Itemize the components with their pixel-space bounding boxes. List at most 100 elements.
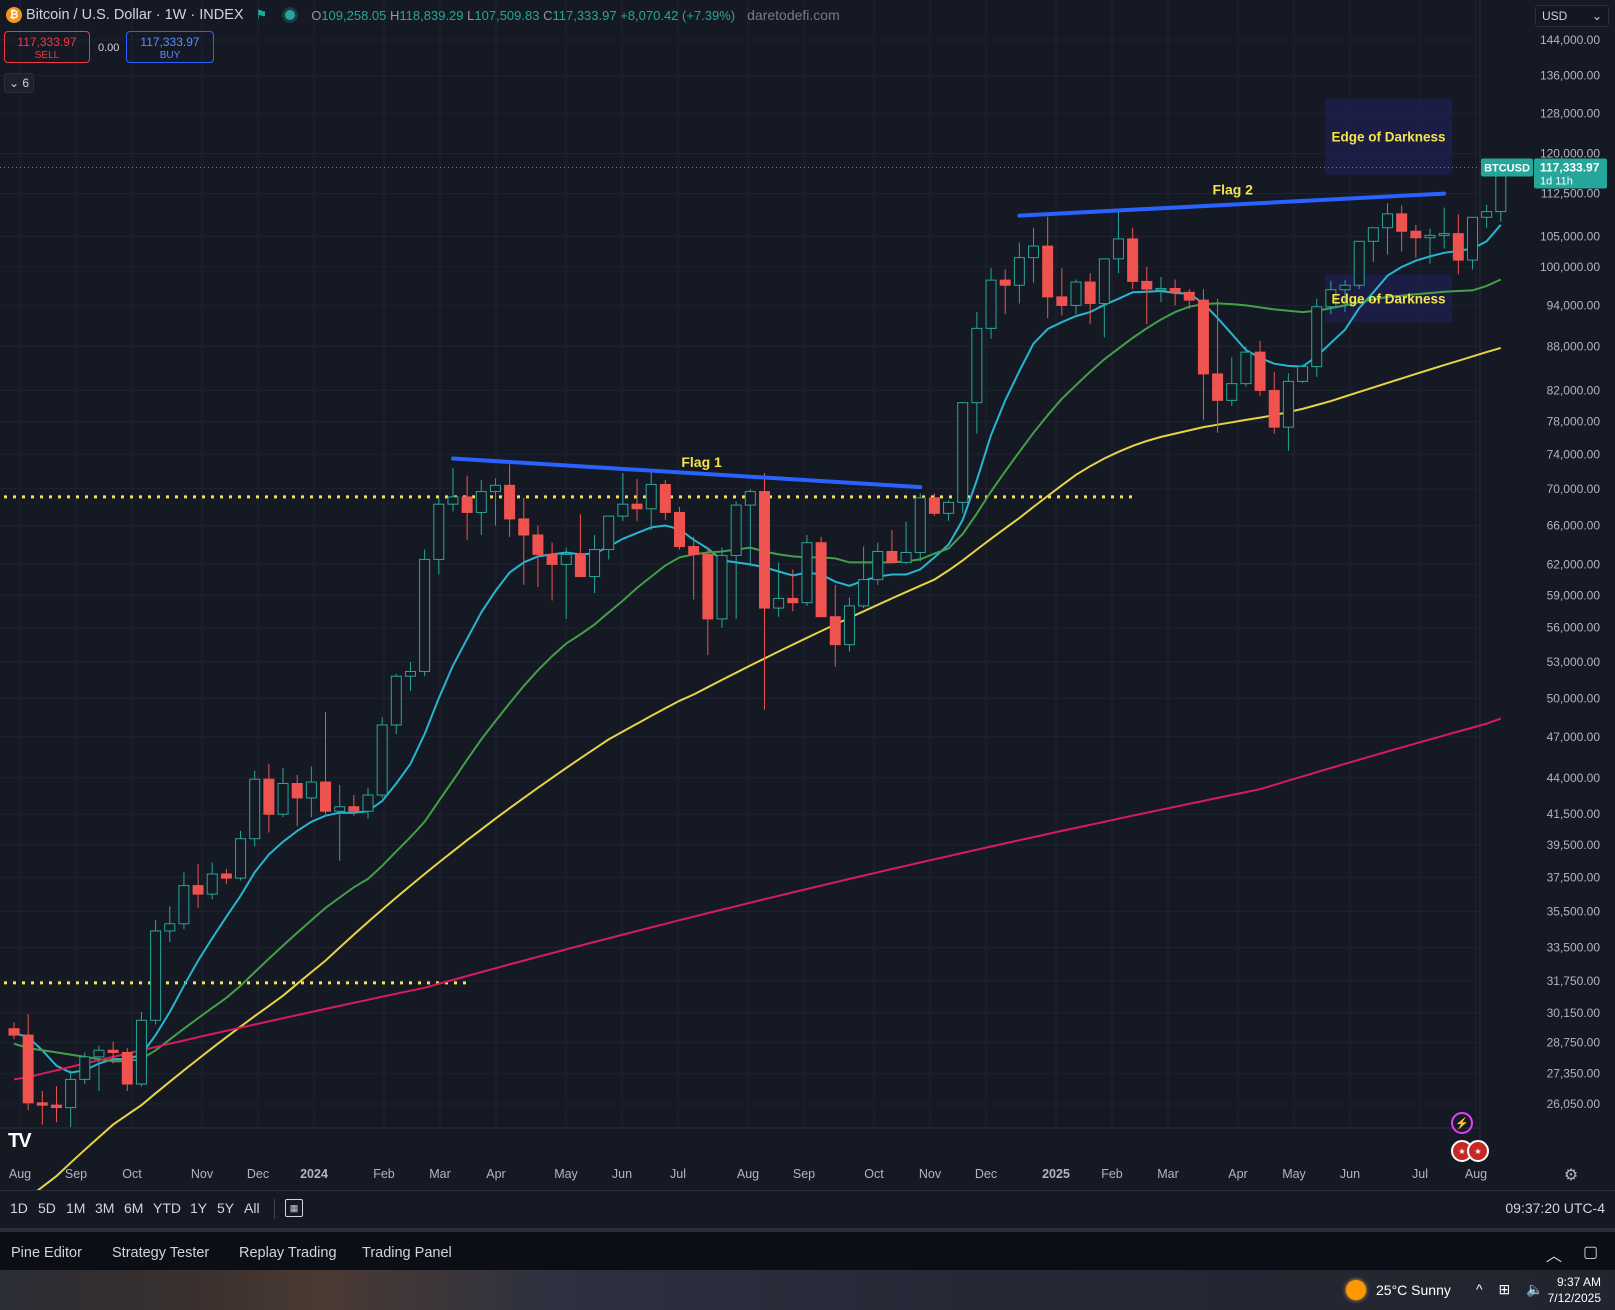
- edge-top-label: Edge of Darkness: [1331, 130, 1445, 145]
- candle-body: [1396, 213, 1408, 232]
- candle-body: [815, 542, 827, 618]
- tab-trading-panel[interactable]: Trading Panel: [362, 1245, 452, 1261]
- currency-select[interactable]: USD ⌄: [1535, 5, 1609, 27]
- calendar-icon[interactable]: ▦: [285, 1199, 303, 1217]
- chart-area[interactable]: Flag 1 Flag 2 Edge of Darkness Edge of Dark…: [0, 0, 1615, 1190]
- candle-body: [1169, 287, 1181, 293]
- candle: [744, 488, 756, 567]
- candle: [928, 493, 940, 517]
- weather-text[interactable]: 25°C Sunny: [1376, 1282, 1451, 1298]
- range-1y[interactable]: 1Y: [190, 1200, 207, 1216]
- tradingview-logo-icon[interactable]: TV: [8, 1130, 32, 1153]
- us-flags-icon[interactable]: ★ ★: [1451, 1140, 1489, 1162]
- candle: [1396, 205, 1408, 252]
- candle-body: [1466, 216, 1478, 261]
- candle-body: [419, 558, 431, 672]
- price-tick-label: 74,000.00: [1547, 447, 1601, 461]
- system-tray-icons[interactable]: ^ ⊞ 🔈: [1476, 1281, 1550, 1298]
- range-ytd[interactable]: YTD: [153, 1200, 181, 1216]
- clock-readout[interactable]: 09:37:20 UTC-4: [1505, 1200, 1605, 1216]
- candle: [631, 479, 643, 521]
- candle: [93, 1045, 105, 1091]
- candle-body: [758, 491, 770, 609]
- candle: [206, 862, 218, 900]
- candle-body: [1098, 258, 1110, 304]
- chevron-down-icon: ⌄: [8, 76, 20, 90]
- taskbar-clock[interactable]: 9:37 AM 7/12/2025: [1548, 1274, 1601, 1306]
- symbol-title[interactable]: Bitcoin / U.S. Dollar · 1W · INDEX: [26, 7, 244, 23]
- candle-body: [603, 515, 615, 551]
- candle: [843, 597, 855, 652]
- candle-body: [121, 1051, 133, 1085]
- candle-body: [220, 873, 232, 879]
- range-5d[interactable]: 5D: [38, 1200, 56, 1216]
- flag-icon[interactable]: ⚑: [256, 7, 268, 23]
- candle-body: [688, 546, 700, 555]
- candle-body: [1410, 230, 1422, 239]
- candle-body: [277, 782, 289, 815]
- candle-body: [971, 327, 983, 404]
- candle-body: [1197, 299, 1209, 375]
- candle-body: [1297, 366, 1309, 382]
- tab-replay-trading[interactable]: Replay Trading: [239, 1245, 337, 1261]
- candle: [277, 767, 289, 818]
- candle-body: [461, 496, 473, 513]
- indicators-toggle[interactable]: ⌄ 6: [4, 73, 34, 93]
- range-3m[interactable]: 3M: [95, 1200, 114, 1216]
- price-tick-label: 41,500.00: [1547, 807, 1601, 821]
- candle-body: [829, 616, 841, 646]
- time-tick-label: Mar: [429, 1167, 451, 1181]
- candle-body: [1382, 213, 1394, 229]
- tab-strategy-tester[interactable]: Strategy Tester: [112, 1245, 209, 1261]
- candle-body: [348, 806, 360, 812]
- candle-body: [1268, 389, 1280, 428]
- candle-body: [914, 497, 926, 553]
- range-5y[interactable]: 5Y: [217, 1200, 234, 1216]
- candle-body: [843, 605, 855, 646]
- change-readout: +8,070.42 (+7.39%): [620, 7, 736, 23]
- candle: [419, 549, 431, 677]
- candle-body: [334, 806, 346, 812]
- time-tick-label: Sep: [65, 1167, 87, 1181]
- candle: [135, 1012, 147, 1087]
- candle: [1452, 214, 1464, 275]
- candle-body: [1212, 373, 1224, 401]
- range-1m[interactable]: 1M: [66, 1200, 85, 1216]
- chevron-up-icon[interactable]: ︿: [1546, 1242, 1562, 1266]
- price-tick-label: 44,000.00: [1547, 771, 1601, 785]
- alert-bolt-icon[interactable]: ⚡: [1451, 1112, 1473, 1134]
- candle-body: [532, 534, 544, 555]
- range-6m[interactable]: 6M: [124, 1200, 143, 1216]
- candle-body: [1481, 211, 1493, 218]
- candle: [447, 467, 459, 512]
- price-tick-label: 88,000.00: [1547, 339, 1601, 353]
- maximize-icon[interactable]: ▢: [1583, 1242, 1598, 1262]
- time-tick-label: Mar: [1157, 1167, 1179, 1181]
- candle: [1013, 242, 1025, 304]
- time-tick-label: May: [554, 1167, 578, 1181]
- tab-pine-editor[interactable]: Pine Editor: [11, 1245, 82, 1261]
- candle: [674, 506, 686, 550]
- candle-body: [1056, 296, 1068, 306]
- range-1d[interactable]: 1D: [10, 1200, 28, 1216]
- gear-icon[interactable]: ⚙: [1564, 1165, 1578, 1184]
- candle-body: [1240, 351, 1252, 385]
- candle-body: [1183, 291, 1195, 301]
- candle: [305, 766, 317, 818]
- candle-body: [1155, 287, 1167, 291]
- indicator-count: 6: [22, 76, 30, 90]
- sell-button[interactable]: 117,333.97 SELL: [4, 31, 90, 63]
- candle-body: [589, 549, 601, 578]
- sun-icon[interactable]: [1346, 1280, 1366, 1300]
- candle: [1098, 258, 1110, 338]
- candle: [985, 268, 997, 339]
- candle: [1311, 298, 1323, 377]
- candle: [603, 515, 615, 560]
- range-toolbar: 1D 5D 1M 3M 6M YTD 1Y 5Y All ▦ 09:37:20 …: [0, 1190, 1615, 1229]
- candle: [716, 547, 728, 628]
- candle-body: [546, 553, 558, 565]
- buy-button[interactable]: 117,333.97 BUY: [126, 31, 214, 63]
- price-chart[interactable]: Flag 1 Flag 2 Edge of Darkness Edge of Dark…: [0, 0, 1615, 1190]
- candle-body: [518, 518, 530, 536]
- range-all[interactable]: All: [244, 1200, 260, 1216]
